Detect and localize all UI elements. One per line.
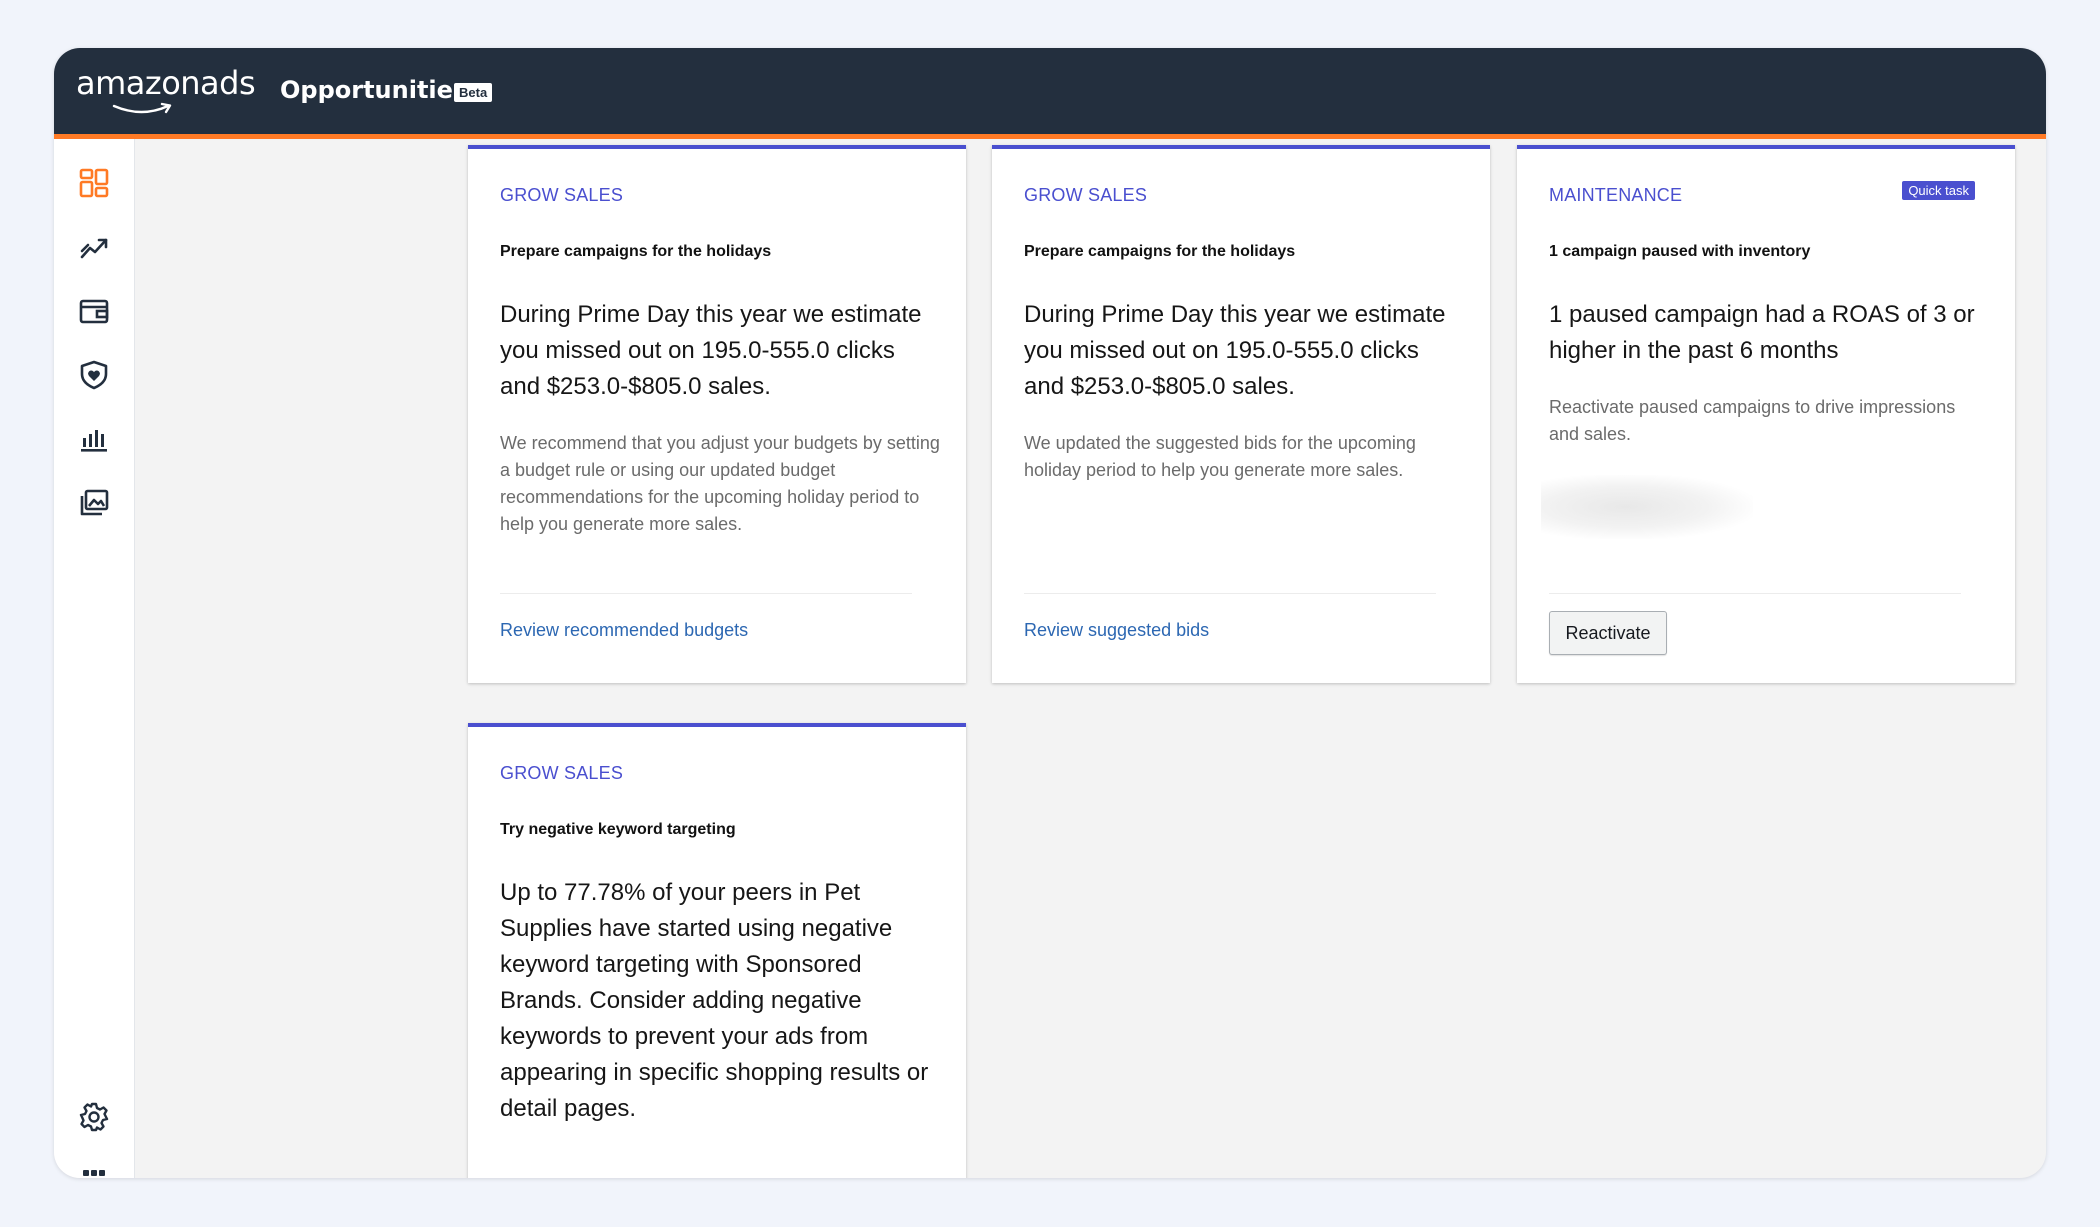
card-category: GROW SALES	[1024, 185, 1148, 205]
sidebar-item-settings[interactable]	[74, 1097, 114, 1137]
smile-arrow-icon	[112, 102, 172, 114]
reactivate-button[interactable]: Reactivate	[1549, 611, 1667, 655]
card-description: We updated the suggested bids for the up…	[1024, 433, 1416, 480]
card-subtitle: Prepare campaigns for the holidays	[1024, 243, 1296, 260]
opportunity-card-bids: GROW SALES Prepare campaigns for the hol…	[992, 145, 1490, 683]
bar-chart-icon	[81, 430, 107, 452]
card-headline: During Prime Day this year we estimate y…	[1024, 301, 1446, 400]
image-gallery-icon	[80, 489, 109, 516]
card-subtitle: Try negative keyword targeting	[500, 821, 736, 838]
review-bids-link[interactable]: Review suggested bids	[1024, 620, 1209, 641]
card-headline: Up to 77.78% of your peers in Pet Suppli…	[500, 879, 929, 1122]
sidebar-item-opportunities[interactable]	[74, 163, 114, 203]
card-headline: During Prime Day this year we estimate y…	[500, 301, 922, 400]
sidebar-item-apps[interactable]	[74, 1161, 114, 1178]
sidebar-item-campaigns[interactable]	[74, 227, 114, 267]
trend-chart-icon	[80, 238, 108, 259]
sidebar-item-creative-assets[interactable]	[74, 483, 114, 523]
page-title: Opportunities	[280, 76, 468, 104]
quick-task-badge: Quick task	[1902, 181, 1975, 200]
logo-text: amazonads	[76, 64, 256, 102]
review-budgets-link[interactable]: Review recommended budgets	[500, 620, 748, 641]
card-category: GROW SALES	[500, 185, 624, 205]
beta-badge: Beta	[454, 83, 493, 102]
card-category: MAINTENANCE	[1549, 185, 1683, 205]
top-navigation-bar: amazonads Opportunities Beta	[54, 48, 2046, 139]
card-description: Reactivate paused campaigns to drive imp…	[1549, 397, 1956, 444]
amazon-ads-logo[interactable]: amazonads	[76, 64, 256, 122]
dashboard-grid-icon	[79, 168, 109, 198]
app-grid-icon	[83, 1170, 105, 1176]
card-headline: 1 paused campaign had a ROAS of 3 or hig…	[1549, 301, 1975, 364]
card-divider	[1549, 593, 1961, 594]
sidebar-item-brand-safety[interactable]	[74, 355, 114, 395]
opportunity-card-maintenance: MAINTENANCE Quick task 1 campaign paused…	[1517, 145, 2015, 683]
app-window: amazonads Opportunities Beta GROW SALES …	[54, 48, 2046, 1178]
card-category: GROW SALES	[500, 763, 624, 783]
opportunity-card-negative-keywords: GROW SALES Try negative keyword targetin…	[468, 723, 966, 1178]
left-sidebar	[54, 139, 135, 1178]
shield-heart-icon	[80, 360, 108, 390]
card-description: We recommend that you adjust your budget…	[500, 433, 940, 534]
card-divider	[1024, 593, 1436, 594]
card-divider	[500, 593, 912, 594]
card-subtitle: 1 campaign paused with inventory	[1549, 243, 1811, 260]
gear-icon	[79, 1102, 109, 1132]
blurred-placeholder	[1541, 475, 1753, 539]
sidebar-item-billing[interactable]	[74, 291, 114, 331]
card-subtitle: Prepare campaigns for the holidays	[500, 243, 772, 260]
sidebar-item-reports[interactable]	[74, 419, 114, 459]
opportunity-card-budgets: GROW SALES Prepare campaigns for the hol…	[468, 145, 966, 683]
wallet-icon	[79, 299, 109, 324]
